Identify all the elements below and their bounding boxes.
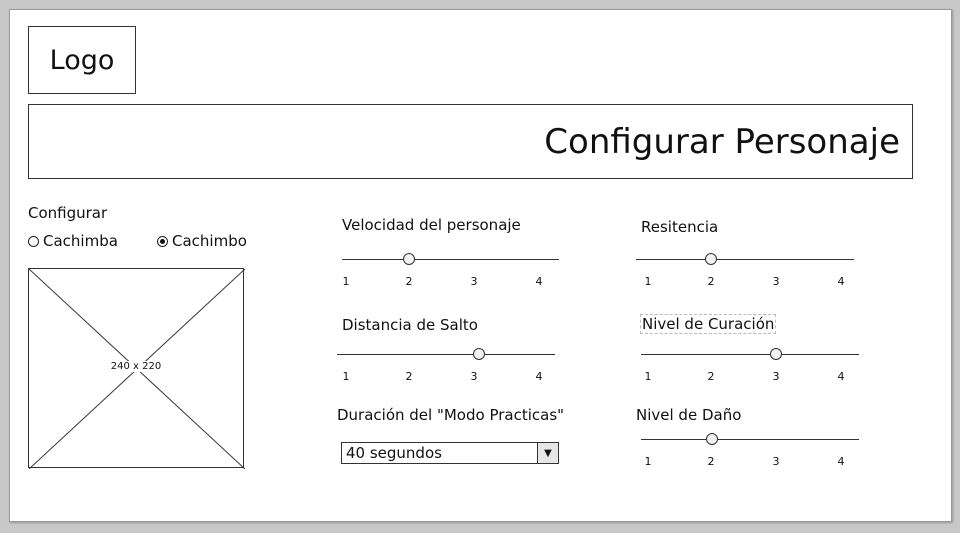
resistencia-thumb[interactable] bbox=[705, 253, 717, 265]
title-bar: Configurar Personaje bbox=[28, 104, 913, 179]
resistencia-tick-1: 1 bbox=[644, 275, 652, 288]
radio-cachimbo-circle[interactable] bbox=[157, 235, 168, 247]
curacion-thumb[interactable] bbox=[770, 348, 782, 360]
image-placeholder: 240 x 220 bbox=[28, 268, 245, 469]
distancia-tick-2: 2 bbox=[405, 370, 413, 383]
distancia-slider[interactable]: 1 2 3 4 bbox=[337, 344, 555, 384]
velocidad-tick-1: 1 bbox=[342, 275, 350, 288]
radio-cachimbo-label: Cachimbo bbox=[172, 232, 247, 250]
distancia-tick-1: 1 bbox=[342, 370, 350, 383]
curacion-label: Nivel de Curación bbox=[640, 314, 777, 334]
distancia-tick-4: 4 bbox=[535, 370, 543, 383]
resistencia-track[interactable] bbox=[636, 259, 854, 260]
distancia-track[interactable] bbox=[337, 354, 555, 355]
curacion-slider[interactable]: 1 2 3 4 bbox=[641, 344, 859, 384]
curacion-track[interactable] bbox=[641, 354, 859, 355]
dano-label: Nivel de Daño bbox=[636, 406, 742, 424]
velocidad-thumb[interactable] bbox=[403, 253, 415, 265]
distancia-label: Distancia de Salto bbox=[342, 316, 478, 334]
page-title: Configurar Personaje bbox=[544, 121, 900, 162]
curacion-tick-1: 1 bbox=[644, 370, 652, 383]
radio-cachimbo[interactable]: Cachimbo bbox=[157, 232, 247, 250]
radio-cachimba[interactable]: Cachimba bbox=[28, 232, 118, 250]
dano-tick-1: 1 bbox=[644, 455, 652, 468]
velocidad-tick-3: 3 bbox=[470, 275, 478, 288]
duracion-select[interactable]: 40 segundos ▼ bbox=[341, 442, 559, 464]
dano-track[interactable] bbox=[641, 439, 859, 440]
logo: Logo bbox=[28, 26, 136, 94]
distancia-thumb[interactable] bbox=[473, 348, 485, 360]
resistencia-tick-4: 4 bbox=[837, 275, 845, 288]
radio-cachimba-label: Cachimba bbox=[43, 232, 118, 250]
dano-tick-3: 3 bbox=[772, 455, 780, 468]
velocidad-label: Velocidad del personaje bbox=[342, 216, 521, 234]
dropdown-arrow-icon[interactable]: ▼ bbox=[537, 443, 558, 463]
velocidad-track[interactable] bbox=[342, 259, 559, 260]
distancia-tick-3: 3 bbox=[470, 370, 478, 383]
velocidad-tick-4: 4 bbox=[535, 275, 543, 288]
resistencia-label: Resitencia bbox=[641, 218, 719, 236]
logo-text: Logo bbox=[49, 44, 115, 76]
duracion-label: Duración del "Modo Practicas" bbox=[337, 406, 565, 424]
configure-label: Configurar bbox=[28, 204, 108, 222]
velocidad-slider[interactable]: 1 2 3 4 bbox=[342, 249, 559, 289]
resistencia-tick-2: 2 bbox=[707, 275, 715, 288]
placeholder-size-label: 240 x 220 bbox=[109, 361, 163, 372]
curacion-tick-4: 4 bbox=[837, 370, 845, 383]
dano-thumb[interactable] bbox=[706, 433, 718, 445]
duracion-selected-value: 40 segundos bbox=[346, 444, 442, 462]
resistencia-tick-3: 3 bbox=[772, 275, 780, 288]
dano-slider[interactable]: 1 2 3 4 bbox=[641, 429, 859, 469]
radio-cachimba-circle[interactable] bbox=[28, 235, 39, 247]
curacion-tick-3: 3 bbox=[772, 370, 780, 383]
curacion-tick-2: 2 bbox=[707, 370, 715, 383]
dano-tick-4: 4 bbox=[837, 455, 845, 468]
dano-tick-2: 2 bbox=[707, 455, 715, 468]
velocidad-tick-2: 2 bbox=[405, 275, 413, 288]
resistencia-slider[interactable]: 1 2 3 4 bbox=[636, 249, 854, 289]
